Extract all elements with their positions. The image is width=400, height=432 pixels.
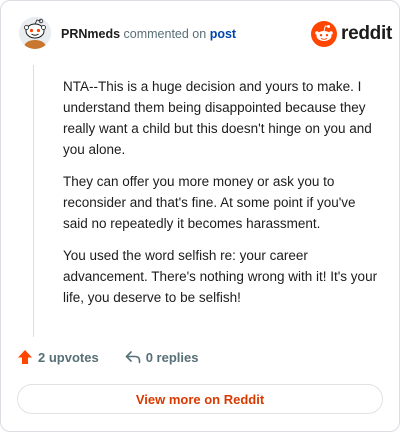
upvote-count: 2 upvotes <box>38 349 99 365</box>
reddit-wordmark: reddit <box>341 23 392 44</box>
snoo-avatar-icon <box>19 17 51 49</box>
upvote-arrow-icon <box>18 350 32 364</box>
reddit-logo[interactable]: reddit <box>311 21 392 47</box>
reply-count: 0 replies <box>145 349 199 365</box>
comment-paragraph: They can offer you more money or ask you… <box>63 174 356 231</box>
commented-on-label: commented on <box>123 27 207 41</box>
comment-header: PRNmeds commented on post <box>61 26 236 42</box>
avatar[interactable] <box>19 17 51 49</box>
view-more-button[interactable]: View more on Reddit <box>17 384 383 414</box>
reply-button[interactable]: 0 replies <box>125 349 199 365</box>
reddit-icon <box>311 21 337 47</box>
upvote-button[interactable]: 2 upvotes <box>17 349 99 365</box>
comment-body: NTA--This is a huge decision and yours t… <box>33 65 380 337</box>
comment-paragraph: You used the word selfish re: your caree… <box>63 248 378 305</box>
post-link[interactable]: post <box>210 27 236 41</box>
reply-arrow-icon <box>125 351 140 364</box>
comment-paragraph: NTA--This is a huge decision and yours t… <box>63 79 372 157</box>
comment-actions: 2 upvotes 0 replies <box>17 349 198 365</box>
embedded-comment-card: PRNmeds commented on post reddit NTA--Th… <box>0 0 400 432</box>
username-link[interactable]: PRNmeds <box>61 27 120 41</box>
